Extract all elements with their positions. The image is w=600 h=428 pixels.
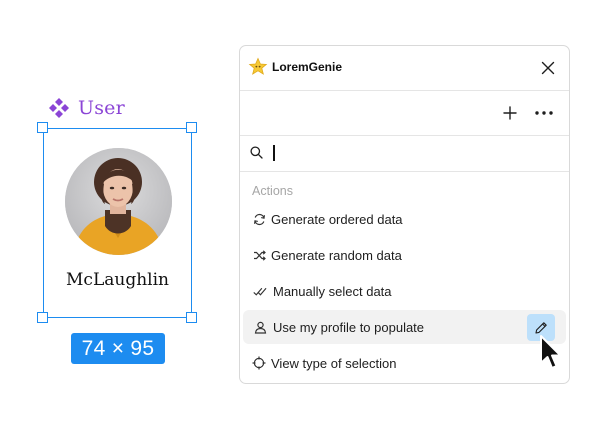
app-title: LoremGenie — [272, 60, 343, 74]
user-icon — [253, 320, 267, 334]
more-icon — [535, 111, 553, 115]
plugin-panel: LoremGenie Actions Generate ordered data… — [239, 45, 570, 384]
refresh-icon — [252, 212, 266, 226]
menu-item-use-profile[interactable]: Use my profile to populate — [243, 310, 566, 344]
search-icon — [250, 146, 263, 164]
shuffle-icon — [252, 248, 266, 262]
more-options-button[interactable] — [531, 102, 557, 124]
mouse-cursor-icon — [538, 334, 566, 379]
resize-handle-bottom-left[interactable] — [37, 312, 48, 323]
resize-handle-bottom-right[interactable] — [186, 312, 197, 323]
menu-item-manually-select[interactable]: Manually select data — [243, 274, 566, 308]
menu-item-label: Use my profile to populate — [273, 319, 425, 335]
menu-item-label: Manually select data — [273, 283, 392, 299]
resize-handle-top-right[interactable] — [186, 122, 197, 133]
menu-item-generate-ordered[interactable]: Generate ordered data — [243, 202, 566, 236]
search-input[interactable] — [270, 142, 550, 164]
resize-handle-top-left[interactable] — [37, 122, 48, 133]
menu-item-label: View type of selection — [271, 355, 397, 371]
double-check-icon — [253, 284, 267, 298]
star-logo-icon — [248, 57, 268, 82]
plus-icon — [503, 106, 517, 120]
menu-item-label: Generate ordered data — [271, 211, 403, 227]
panel-toolbar — [240, 90, 569, 136]
add-button[interactable] — [499, 102, 521, 124]
search-bar[interactable] — [240, 135, 569, 172]
close-button[interactable] — [537, 57, 559, 79]
size-badge: 74 × 95 — [71, 333, 165, 364]
section-title-actions: Actions — [252, 184, 293, 198]
close-icon — [541, 61, 555, 75]
person-name: McLaughlin — [66, 270, 169, 290]
pencil-icon — [535, 321, 547, 334]
menu-item-label: Generate random data — [271, 247, 402, 263]
component-name: User — [78, 97, 125, 119]
menu-item-generate-random[interactable]: Generate random data — [243, 238, 566, 272]
panel-titlebar: LoremGenie — [240, 46, 569, 91]
avatar — [65, 148, 172, 255]
text-caret — [273, 145, 275, 161]
component-label[interactable]: User — [48, 96, 125, 120]
crosshair-icon — [252, 356, 266, 370]
menu-item-view-selection-type[interactable]: View type of selection — [243, 346, 566, 380]
component-icon — [48, 97, 70, 119]
